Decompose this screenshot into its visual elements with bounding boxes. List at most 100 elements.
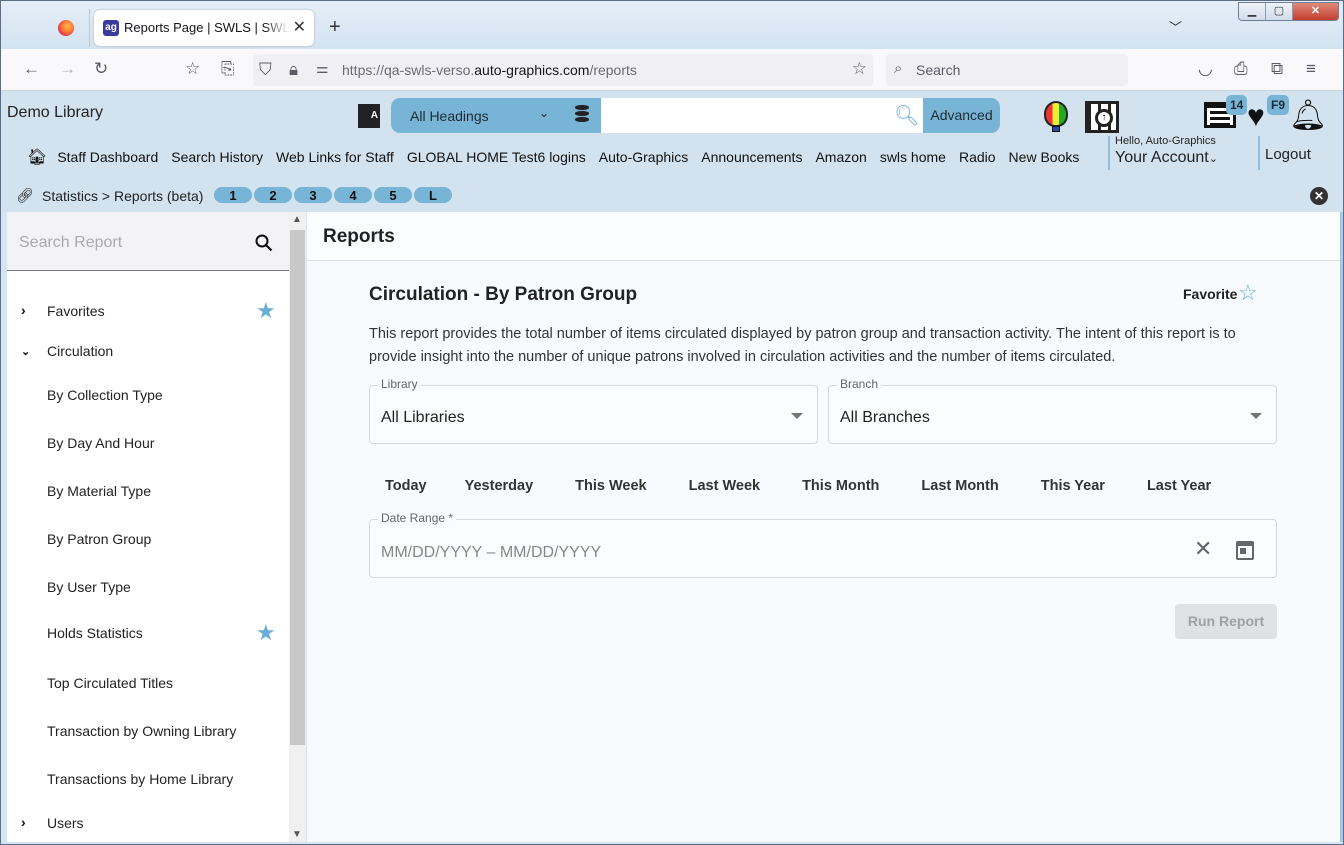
range-last-week[interactable]: Last Week — [663, 478, 776, 494]
tab-list-chevron-icon[interactable]: ﹀ — [1169, 17, 1182, 36]
shield-icon[interactable]: ⛉ — [259, 60, 272, 80]
media-search-icon[interactable]: ↑ — [1085, 101, 1119, 133]
sidebar-item-holds-statistics[interactable]: Holds Statistics ★ — [7, 620, 289, 648]
pill-2[interactable]: 2 — [253, 186, 293, 204]
sidebar-item-top-circulated-titles[interactable]: Top Circulated Titles — [7, 670, 289, 698]
back-icon[interactable]: ← — [23, 59, 40, 79]
minimize-icon[interactable]: ▁ — [1239, 3, 1266, 20]
sidebar-item-transactions-by-home-library[interactable]: Transactions by Home Library — [7, 766, 289, 794]
account-label: Your Account — [1115, 149, 1209, 166]
range-this-month[interactable]: This Month — [776, 478, 895, 494]
chevron-down-icon[interactable]: ⌄ — [539, 106, 549, 120]
navigation-toolbar: ← → ↻ ☆ ⎘ ⛉ 🔒︎ ⚌ https://qa-swls-verso.a… — [1, 49, 1343, 91]
quick-pills: 1 2 3 4 5 L — [213, 186, 453, 204]
link-web-links[interactable]: Web Links for Staff — [276, 149, 394, 165]
extensions-icon[interactable]: ⧉ — [1271, 59, 1283, 79]
your-account-menu[interactable]: Your Account⌄ — [1115, 149, 1218, 167]
pill-l[interactable]: L — [413, 186, 453, 204]
heart-icon[interactable]: ♥ — [1247, 102, 1265, 132]
run-report-button[interactable]: Run Report — [1175, 604, 1277, 639]
browser-search-field[interactable]: ⌕ Search — [886, 54, 1128, 86]
branch-select[interactable]: Branch All Branches — [828, 377, 1277, 444]
date-range-label: Date Range * — [378, 511, 457, 525]
star-icon[interactable]: ★ — [256, 620, 276, 646]
print-icon[interactable]: ⎙ — [1234, 59, 1248, 79]
url-bar[interactable]: ⛉ 🔒︎ ⚌ https://qa-swls-verso.auto-graphi… — [253, 54, 873, 86]
link-announcements[interactable]: Announcements — [701, 149, 802, 165]
link-staff-dashboard[interactable]: Staff Dashboard — [57, 149, 158, 165]
sidebar-group-users[interactable]: › Users — [7, 810, 289, 838]
link-search-history[interactable]: Search History — [171, 149, 263, 165]
tab-reports[interactable]: ag Reports Page | SWLS | SWLS | Auto-Gra… — [94, 10, 314, 46]
advanced-search-button[interactable]: Advanced — [923, 98, 1000, 133]
branch-value: All Branches — [840, 409, 930, 426]
range-last-month[interactable]: Last Month — [895, 478, 1014, 494]
close-icon[interactable]: ✕ — [1310, 187, 1328, 205]
url-text[interactable]: https://qa-swls-verso.auto-graphics.com/… — [342, 62, 637, 78]
sidebar-scrollbar[interactable]: ▲ ▼ — [289, 212, 306, 842]
sidebar-item-by-collection-type[interactable]: By Collection Type — [7, 382, 289, 410]
link-swls-home[interactable]: swls home — [880, 149, 946, 165]
search-icon[interactable] — [255, 234, 273, 252]
calendar-icon[interactable] — [1236, 541, 1254, 560]
share-icon[interactable]: ⎘ — [221, 59, 235, 79]
sidebar-group-favorites[interactable]: › Favorites ★ — [7, 298, 289, 326]
translate-icon[interactable]: A — [358, 104, 380, 128]
main-content: Reports Circulation - By Patron Group Fa… — [307, 212, 1340, 842]
reload-icon[interactable]: ↻ — [94, 59, 108, 79]
balloon-icon[interactable] — [1044, 101, 1068, 132]
date-range-input[interactable]: MM/DD/YYYY – MM/DD/YYYY — [381, 544, 601, 562]
search-scope-select[interactable]: All Headings — [410, 108, 489, 124]
link-icon[interactable]: 🔗︎ — [16, 187, 34, 204]
scroll-down-icon[interactable]: ▼ — [292, 829, 302, 840]
maximize-icon[interactable]: ▢ — [1266, 3, 1293, 20]
library-select[interactable]: Library All Libraries — [369, 377, 818, 444]
sidebar-group-circulation[interactable]: ⌄ Circulation — [7, 338, 289, 366]
star-outline-icon[interactable]: ☆ — [1238, 280, 1258, 306]
link-radio[interactable]: Radio — [959, 149, 996, 165]
pill-4[interactable]: 4 — [333, 186, 373, 204]
sidebar-item-by-patron-group[interactable]: By Patron Group — [7, 526, 289, 554]
search-icon[interactable]: 🔍︎ — [894, 103, 919, 128]
search-report-input[interactable] — [19, 234, 239, 252]
star-icon[interactable]: ★ — [256, 298, 276, 324]
pill-3[interactable]: 3 — [293, 186, 333, 204]
range-yesterday[interactable]: Yesterday — [443, 478, 550, 494]
menu-icon[interactable]: ≡ — [1306, 59, 1316, 79]
close-window-icon[interactable]: ✕ — [1293, 3, 1338, 20]
link-auto-graphics[interactable]: Auto-Graphics — [599, 149, 688, 165]
scroll-up-icon[interactable]: ▲ — [292, 214, 302, 225]
forward-icon[interactable]: → — [59, 59, 76, 79]
link-new-books[interactable]: New Books — [1009, 149, 1080, 165]
pocket-icon[interactable]: ◡ — [1198, 59, 1213, 79]
clear-icon[interactable]: ✕ — [1194, 536, 1212, 562]
home-icon[interactable]: 🏠︎ — [27, 147, 47, 167]
list-count-badge: 14 — [1226, 95, 1248, 115]
date-range-field[interactable]: Date Range * MM/DD/YYYY – MM/DD/YYYY ✕ — [369, 511, 1277, 578]
sidebar-item-by-day-and-hour[interactable]: By Day And Hour — [7, 430, 289, 458]
sidebar-item-by-material-type[interactable]: By Material Type — [7, 478, 289, 506]
permissions-icon[interactable]: ⚌ — [316, 60, 329, 77]
lock-icon[interactable]: 🔒︎ — [289, 60, 298, 80]
range-last-year[interactable]: Last Year — [1121, 478, 1227, 494]
logout-link[interactable]: Logout — [1265, 146, 1311, 163]
sidebar-item-by-user-type[interactable]: By User Type — [7, 574, 289, 602]
close-tab-icon[interactable]: ✕ — [293, 17, 306, 37]
scrollbar-thumb[interactable] — [290, 230, 305, 745]
link-global-home[interactable]: GLOBAL HOME Test6 logins — [407, 149, 586, 165]
range-today[interactable]: Today — [369, 478, 443, 494]
star-icon[interactable]: ☆ — [852, 59, 867, 79]
new-tab-icon[interactable]: + — [329, 16, 341, 39]
catalog-search-input[interactable] — [601, 98, 923, 133]
favorite-label[interactable]: Favorite — [1183, 286, 1237, 302]
range-this-year[interactable]: This Year — [1015, 478, 1121, 494]
link-amazon[interactable]: Amazon — [815, 149, 866, 165]
pill-5[interactable]: 5 — [373, 186, 413, 204]
sidebar-item-transaction-by-owning-library[interactable]: Transaction by Owning Library — [7, 718, 289, 746]
bell-icon[interactable]: 🔔︎ — [1289, 99, 1327, 133]
firefox-icon[interactable] — [58, 20, 74, 36]
database-icon[interactable] — [575, 105, 589, 123]
pill-1[interactable]: 1 — [213, 186, 253, 204]
bookmark-page-icon[interactable]: ☆ — [185, 59, 200, 79]
range-this-week[interactable]: This Week — [549, 478, 662, 494]
